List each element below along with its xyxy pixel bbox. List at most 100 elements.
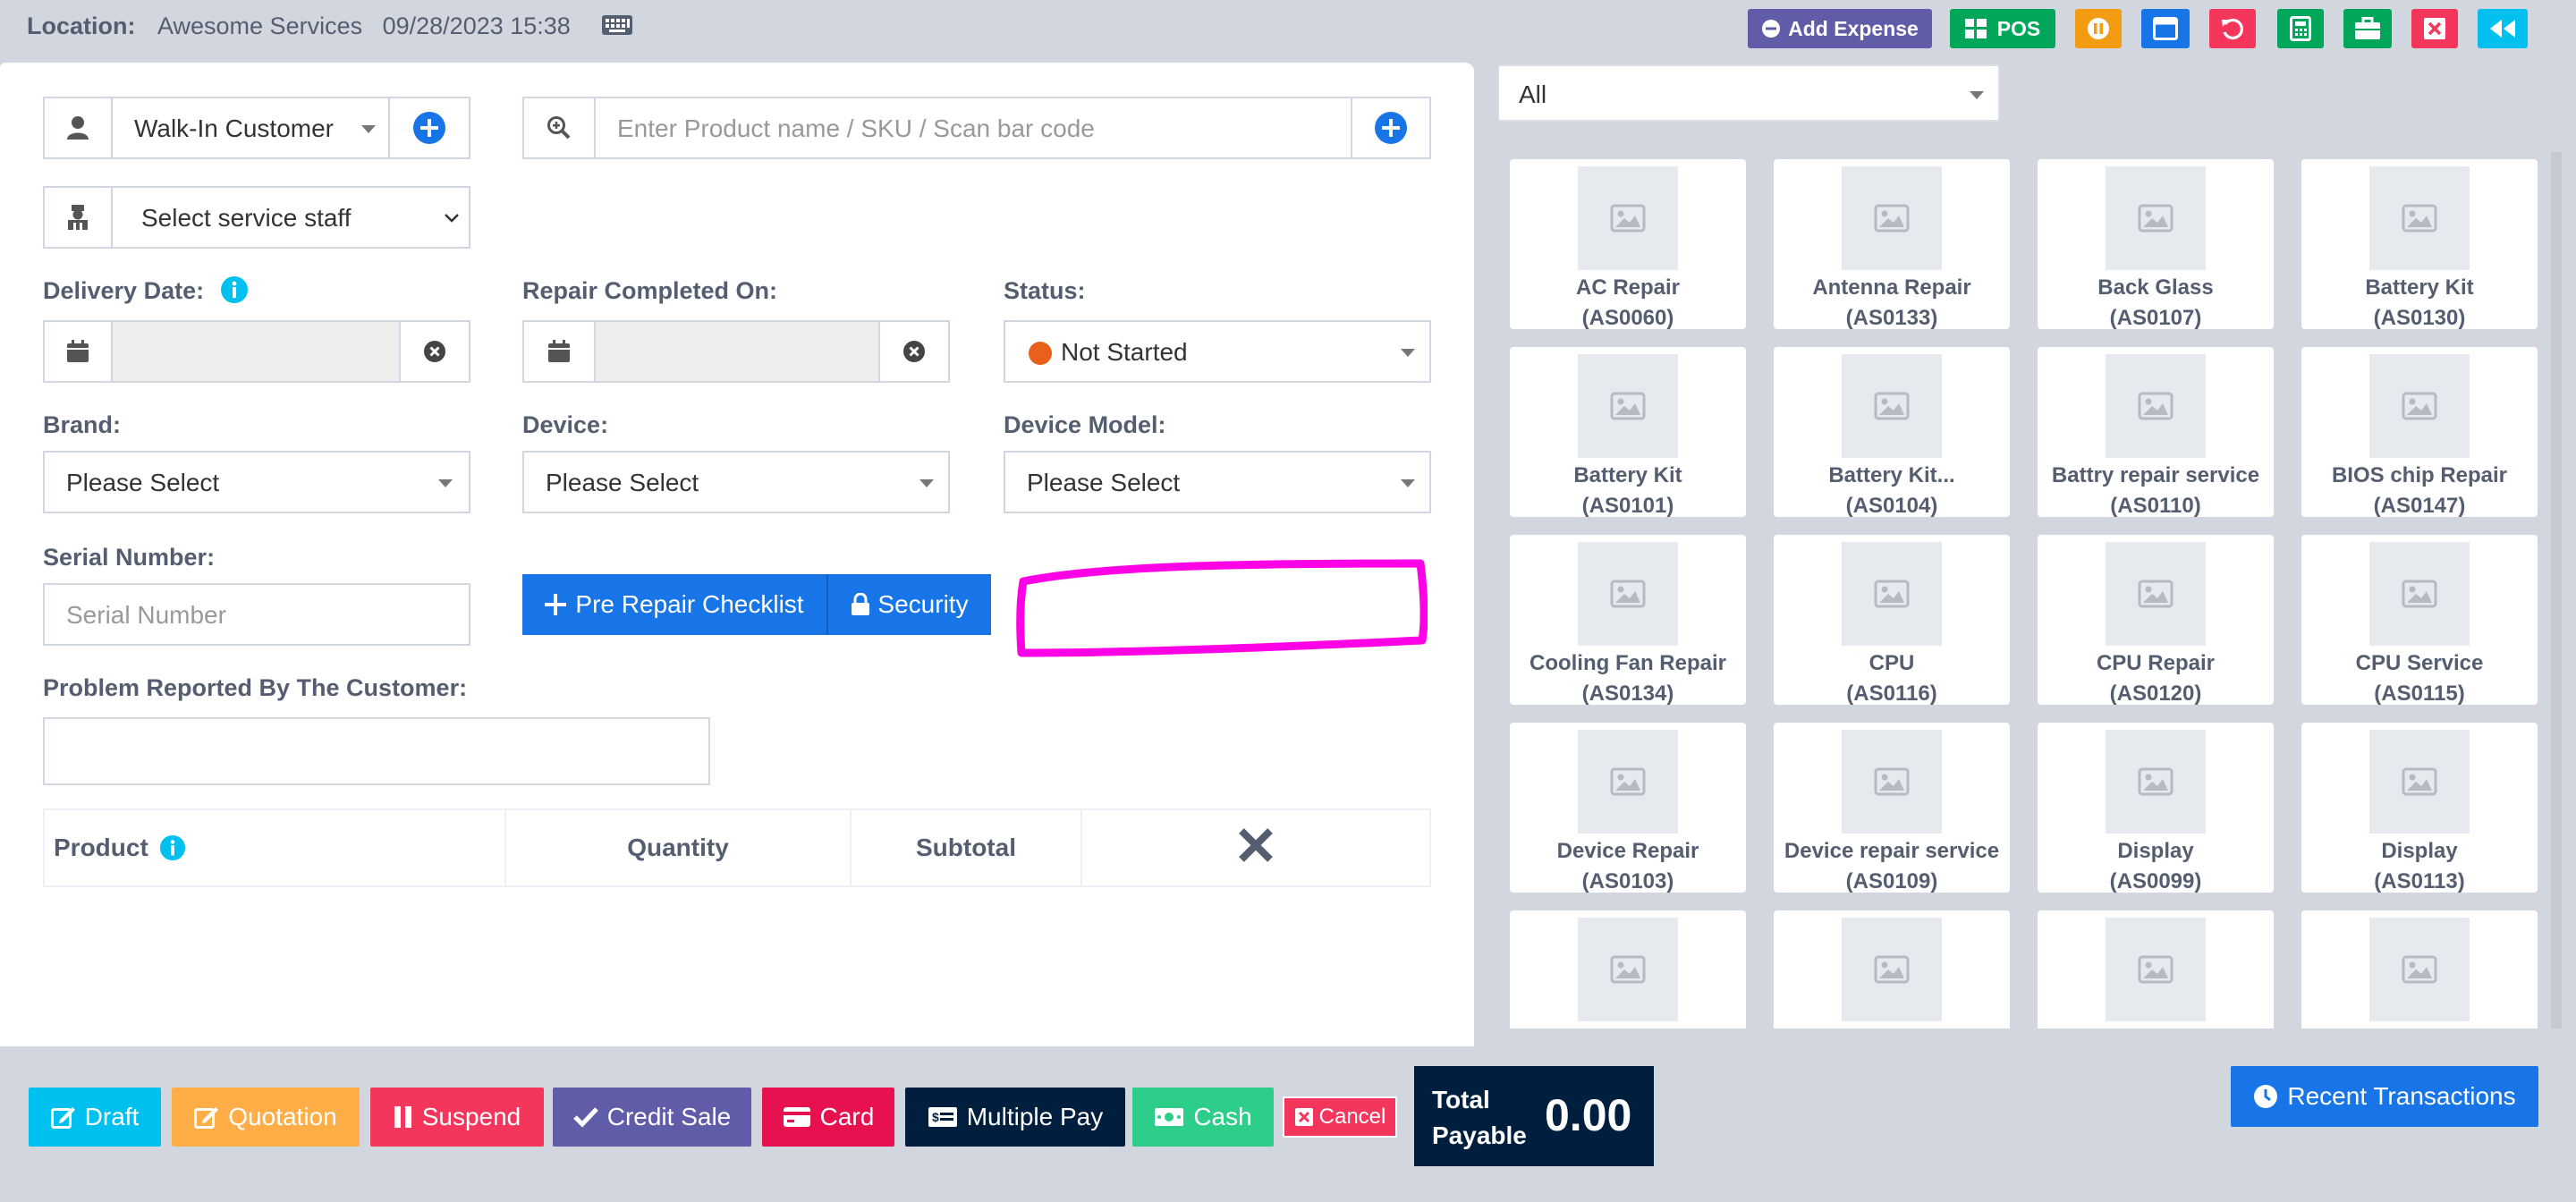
money-bill-icon [1155, 1108, 1184, 1126]
cash-button[interactable]: Cash [1132, 1088, 1274, 1147]
device-label: Device: [522, 411, 609, 438]
product-card[interactable]: Back Glass (AS0107) [2038, 159, 2274, 330]
draft-button[interactable]: Draft [29, 1088, 161, 1147]
suspend-button[interactable]: Suspend [370, 1088, 544, 1147]
card-button[interactable]: Card [762, 1088, 894, 1147]
product-card[interactable]: Battery Kit... (AS0104) [1774, 347, 2010, 518]
info-icon[interactable] [159, 834, 186, 861]
image-placeholder-icon [2369, 918, 2470, 1021]
staff-icon [45, 188, 113, 247]
product-card[interactable]: Battery Kit (AS0130) [2301, 159, 2538, 330]
calendar-icon [524, 322, 596, 381]
recent-transactions-button[interactable]: Recent Transactions [2231, 1066, 2538, 1127]
calculator-icon [2290, 16, 2311, 41]
product-sku: (AS0104) [1845, 494, 1938, 518]
cancel-button[interactable]: Cancel [1283, 1096, 1397, 1138]
device-select[interactable]: Please Select [522, 451, 950, 513]
product-name: Display [2381, 839, 2458, 863]
quotation-button[interactable]: Quotation [172, 1088, 360, 1147]
add-expense-button[interactable]: Add Expense [1748, 9, 1932, 48]
product-card[interactable] [2301, 910, 2538, 1028]
footer-bar: Draft Quotation Suspend Credit Sale Card… [0, 1046, 2576, 1202]
product-sku: (AS0109) [1845, 869, 1938, 893]
serial-number-label: Serial Number: [43, 544, 216, 571]
lock-icon [852, 593, 870, 615]
product-name: Device repair service [1784, 839, 2000, 863]
product-sku: (AS0101) [1581, 494, 1674, 518]
close-register-button[interactable] [2411, 9, 2458, 48]
repair-completed-input[interactable] [522, 320, 950, 383]
search-input[interactable]: Enter Product name / SKU / Scan bar code [617, 114, 1095, 143]
image-placeholder-icon [2106, 166, 2206, 270]
product-card[interactable]: Battry repair service (AS0110) [2038, 347, 2274, 518]
brand-select[interactable]: Please Select [43, 451, 470, 513]
product-card[interactable] [2038, 910, 2274, 1028]
back-button[interactable] [2478, 9, 2528, 48]
product-card[interactable]: CPU (AS0116) [1774, 535, 2010, 706]
image-placeholder-icon [1578, 166, 1678, 270]
annotation-highlight [1016, 559, 1428, 657]
image-placeholder-icon [1578, 542, 1678, 646]
category-filter-select[interactable]: All [1497, 64, 2000, 122]
product-sku: (AS0120) [2109, 681, 2202, 706]
brand-label: Brand: [43, 411, 121, 438]
pre-repair-checklist-button[interactable]: Pre Repair Checklist [522, 574, 826, 635]
image-placeholder-icon [1578, 730, 1678, 834]
customer-value: Walk-In Customer [134, 114, 335, 142]
device-value: Please Select [546, 469, 699, 496]
product-card[interactable]: Device Repair (AS0103) [1510, 723, 1746, 893]
image-placeholder-icon [1842, 354, 1942, 458]
add-customer-button[interactable] [388, 98, 469, 157]
clear-delivery-date-button[interactable] [399, 322, 469, 381]
product-card[interactable]: AC Repair (AS0060) [1510, 159, 1746, 330]
problem-reported-input[interactable] [43, 717, 710, 785]
calculator-button[interactable] [2277, 9, 2324, 48]
product-card[interactable]: Antenna Repair (AS0133) [1774, 159, 2010, 330]
customer-select[interactable]: Walk-In Customer [43, 97, 470, 159]
serial-number-input[interactable]: Serial Number [43, 583, 470, 646]
service-staff-select[interactable]: Select service staff [43, 186, 470, 249]
device-model-select[interactable]: Please Select [1004, 451, 1431, 513]
product-card[interactable]: BIOS chip Repair (AS0147) [2301, 347, 2538, 518]
location-label: Location: [27, 13, 136, 39]
product-name: CPU Repair [2096, 651, 2216, 675]
product-card[interactable] [1774, 910, 2010, 1028]
chevron-down-icon [1401, 349, 1415, 357]
product-name: Battery Kit... [1828, 463, 1955, 487]
image-placeholder-icon [2106, 730, 2206, 834]
window-button[interactable] [2141, 9, 2190, 48]
cash-label: Cash [1193, 1103, 1252, 1130]
product-card[interactable]: Display (AS0113) [2301, 723, 2538, 893]
product-card[interactable]: Display (AS0099) [2038, 723, 2274, 893]
product-sku: (AS0099) [2109, 869, 2202, 893]
pause-icon [394, 1106, 411, 1128]
product-card[interactable]: CPU Repair (AS0120) [2038, 535, 2274, 706]
briefcase-button[interactable] [2343, 9, 2392, 48]
status-select[interactable]: Not Started [1004, 320, 1431, 383]
undo-button[interactable] [2209, 9, 2256, 48]
product-sku: (AS0133) [1845, 306, 1938, 330]
clear-repair-completed-button[interactable] [878, 322, 948, 381]
plus-circle-icon [413, 112, 445, 144]
security-button[interactable]: Security [826, 574, 991, 635]
image-placeholder-icon [2106, 354, 2206, 458]
product-card[interactable]: Cooling Fan Repair (AS0134) [1510, 535, 1746, 706]
credit-sale-button[interactable]: Credit Sale [553, 1088, 751, 1147]
info-icon[interactable] [220, 275, 249, 304]
product-card[interactable] [1510, 910, 1746, 1028]
service-staff-value: Select service staff [141, 204, 352, 232]
product-grid-scrollbar[interactable] [2551, 152, 2562, 1028]
keyboard-icon[interactable] [601, 14, 633, 36]
add-product-button[interactable] [1351, 98, 1429, 157]
product-name: Back Glass [2097, 275, 2214, 300]
product-card[interactable]: CPU Service (AS0115) [2301, 535, 2538, 706]
product-card[interactable]: Device repair service (AS0109) [1774, 723, 2010, 893]
multiple-pay-button[interactable]: $ Multiple Pay [905, 1088, 1125, 1147]
product-card[interactable]: Battery Kit (AS0101) [1510, 347, 1746, 518]
product-name: Battery Kit [1573, 463, 1682, 487]
security-label: Security [877, 590, 969, 618]
delivery-date-input[interactable] [43, 320, 470, 383]
chevron-down-icon [919, 479, 934, 487]
pos-button[interactable]: POS [1950, 9, 2055, 48]
pause-button[interactable] [2075, 9, 2122, 48]
